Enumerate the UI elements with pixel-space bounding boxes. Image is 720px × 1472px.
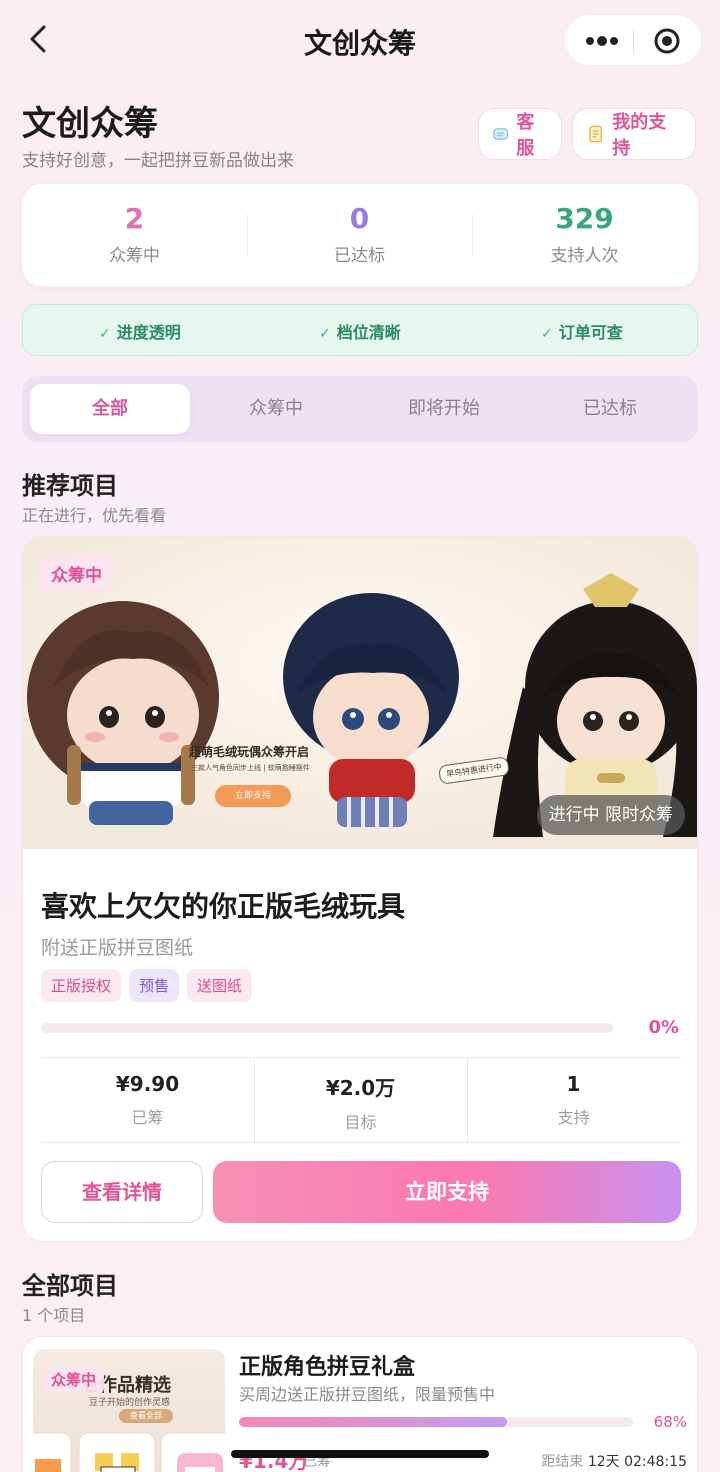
mini-program-capsule <box>564 14 702 66</box>
project-subtitle: 买周边送正版拼豆图纸，限量预售中 <box>239 1385 496 1404</box>
progress-bar <box>41 1023 613 1033</box>
features-strip: ✓ 进度透明 ✓ 档位清晰 ✓ 订单可查 <box>22 304 698 356</box>
tag: 送图纸 <box>187 969 253 1002</box>
tab-upcoming[interactable]: 即将开始 <box>364 384 524 434</box>
thumbnail-subtitle: 豆子开始的创作灵感 <box>89 1398 171 1408</box>
tag: 预售 <box>129 969 180 1002</box>
progress-percent: 68% <box>653 1413 687 1431</box>
feature-item: ✓ 订单可查 <box>541 319 623 343</box>
my-support-label: 我的支持 <box>612 112 667 159</box>
filter-tabs: 全部 众筹中 即将开始 已达标 <box>22 376 698 442</box>
capsule-divider <box>633 29 634 53</box>
stat-reached: 0 已达标 <box>247 202 472 266</box>
metric-label: 目标 <box>344 1113 377 1132</box>
more-dots-icon[interactable] <box>585 31 619 51</box>
funding-metrics: ¥9.90 已筹 ¥2.0万 目标 1 支持 <box>41 1057 681 1144</box>
stat-supporters: 329 支持人次 <box>472 202 697 266</box>
tab-all[interactable]: 全部 <box>30 384 190 434</box>
stat-value: 2 <box>124 202 145 235</box>
progress-percent: 0% <box>648 1017 679 1038</box>
countdown-prefix: 距结束 <box>541 1454 584 1470</box>
project-banner-image[interactable]: 超萌毛绒玩偶众筹开启 三款人气角色同步上线 | 软萌抱睡摆件 立即支持 早鸟特惠… <box>23 537 697 849</box>
metric-supporters: 1 支持 <box>467 1072 680 1128</box>
check-icon: ✓ <box>541 326 553 342</box>
status-badge: 众筹中 <box>43 1365 105 1394</box>
recommended-title: 推荐项目 <box>22 472 118 500</box>
tab-crowdfunding[interactable]: 众筹中 <box>196 384 356 434</box>
project-tags: 正版授权 预售 送图纸 <box>41 969 253 1002</box>
metric-label: 已筹 <box>131 1108 164 1127</box>
banner-support-button: 立即支持 <box>215 785 291 807</box>
stat-value: 0 <box>349 202 370 235</box>
countdown: 距结束 12天 02:48:15 <box>541 1451 687 1471</box>
metric-raised: ¥9.90 已筹 <box>41 1072 254 1128</box>
project-title: 正版角色拼豆礼盒 <box>239 1355 416 1380</box>
project-title: 喜欢上欠欠的你正版毛绒玩具 <box>41 890 406 923</box>
metric-value: ¥9.90 <box>115 1072 180 1096</box>
recommended-subtitle: 正在进行，优先看看 <box>22 506 167 525</box>
tag: 正版授权 <box>41 969 122 1002</box>
customer-service-button[interactable]: 客服 <box>478 108 562 160</box>
feature-item: ✓ 档位清晰 <box>319 319 401 343</box>
top-nav-bar: 文创众筹 <box>0 0 720 84</box>
project-thumbnail[interactable]: 豆作品精选 豆子开始的创作灵感 查看全部 众筹中 <box>33 1349 225 1472</box>
check-icon: ✓ <box>99 326 111 342</box>
progress-fill <box>239 1417 507 1427</box>
banner-headline: 超萌毛绒玩偶众筹开启 <box>189 745 310 759</box>
feature-item: ✓ 进度透明 <box>99 319 181 343</box>
metric-value: 1 <box>566 1072 581 1096</box>
in-progress-pill: 进行中 限时众筹 <box>536 795 685 835</box>
metric-goal: ¥2.0万 目标 <box>254 1072 467 1133</box>
customer-service-label: 客服 <box>516 112 535 159</box>
chat-bubble-icon <box>493 128 509 140</box>
all-projects-title: 全部项目 <box>22 1272 118 1300</box>
thumbnail-view-all: 查看全部 <box>119 1409 173 1423</box>
page-title: 文创众筹 <box>22 104 158 144</box>
feature-label: 进度透明 <box>116 323 181 342</box>
document-icon <box>589 125 603 143</box>
status-badge: 众筹中 <box>39 555 114 592</box>
feature-label: 档位清晰 <box>336 323 401 342</box>
all-projects-count: 1 个项目 <box>22 1306 86 1325</box>
metric-label: 支持 <box>557 1108 590 1127</box>
page-subtitle: 支持好创意，一起把拼豆新品做出来 <box>22 151 294 171</box>
check-icon: ✓ <box>319 326 331 342</box>
stat-crowdfunding: 2 众筹中 <box>22 202 247 266</box>
stats-card: 2 众筹中 0 已达标 329 支持人次 <box>22 184 698 286</box>
feature-label: 订单可查 <box>558 323 623 342</box>
home-indicator <box>231 1450 489 1458</box>
my-support-button[interactable]: 我的支持 <box>572 108 696 160</box>
support-now-button[interactable]: 立即支持 <box>213 1161 681 1223</box>
banner-subline: 三款人气角色同步上线 | 软萌抱睡摆件 <box>191 764 310 772</box>
countdown-time: 12天 02:48:15 <box>587 1454 687 1470</box>
stat-label: 已达标 <box>334 246 385 266</box>
view-details-button[interactable]: 查看详情 <box>41 1161 203 1223</box>
tab-reached[interactable]: 已达标 <box>530 384 690 434</box>
stat-label: 众筹中 <box>109 246 160 266</box>
progress-bar <box>239 1417 633 1427</box>
stat-value: 329 <box>555 202 614 235</box>
project-subtitle: 附送正版拼豆图纸 <box>41 937 194 959</box>
close-target-icon[interactable] <box>653 27 681 55</box>
featured-project-card[interactable]: 超萌毛绒玩偶众筹开启 三款人气角色同步上线 | 软萌抱睡摆件 立即支持 早鸟特惠… <box>22 536 698 1242</box>
stat-label: 支持人次 <box>550 246 619 266</box>
metric-value: ¥2.0万 <box>325 1076 396 1100</box>
